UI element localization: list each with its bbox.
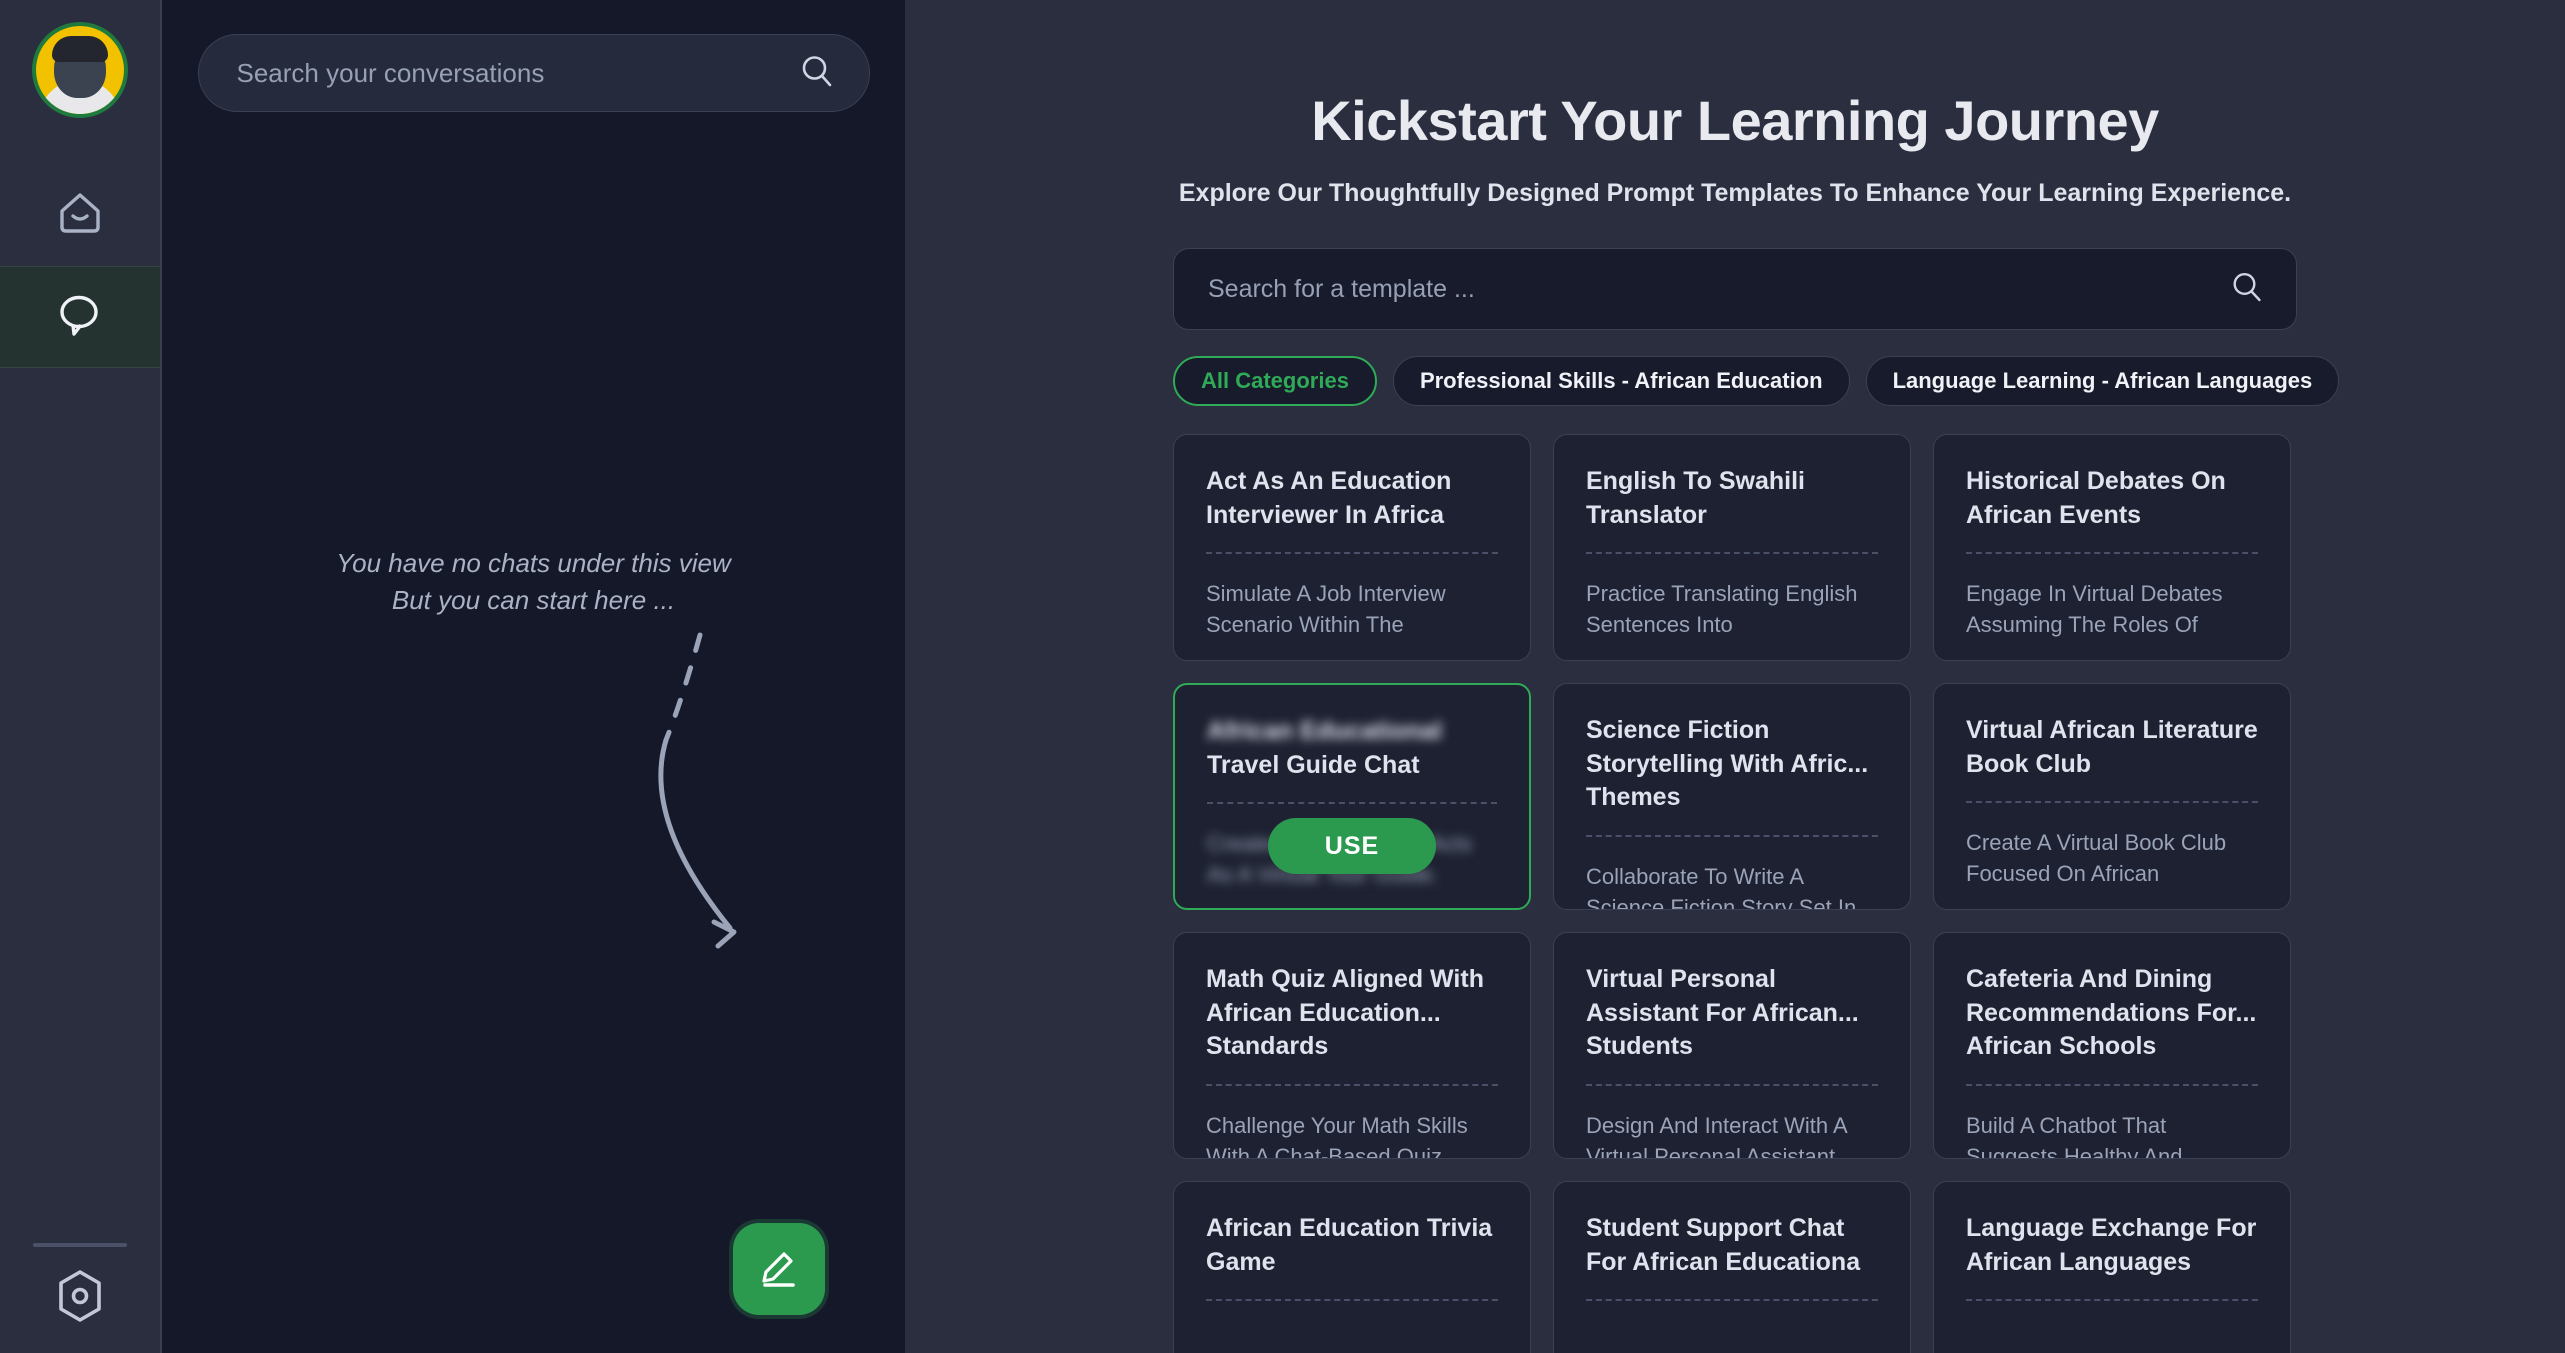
template-card-description: Create A Virtual Book Club Focused On Af… — [1966, 830, 2227, 887]
icon-rail — [0, 0, 162, 1353]
template-card-divider — [1966, 801, 2258, 803]
category-pill[interactable]: Language Learning - African Languages — [1865, 356, 2340, 406]
category-pill[interactable]: Professional Skills - African Education — [1392, 356, 1850, 406]
settings-button[interactable] — [49, 1267, 111, 1329]
template-card-divider — [1966, 552, 2258, 554]
search-conversations-placeholder: Search your conversations — [236, 57, 545, 88]
template-card-description: Design And Interact With A Virtual Perso… — [1586, 1112, 1847, 1159]
category-pill[interactable]: All Categories — [1173, 356, 1377, 406]
app-root: Search your conversations You have no ch… — [0, 0, 2565, 1353]
template-card-divider — [1586, 1083, 1878, 1086]
template-card-title: Historical Debates On African Events — [1966, 467, 2226, 529]
templates-container: Kickstart Your Learning Journey Explore … — [1173, 0, 2340, 1353]
template-card-divider — [1966, 1083, 2258, 1086]
page-subtitle: Explore Our Thoughtfully Designed Prompt… — [1178, 179, 2292, 207]
category-pill-label: Professional Skills - African Education — [1419, 368, 1823, 393]
template-card[interactable]: Student Support Chat For African Educati… — [1553, 1181, 1911, 1353]
template-card[interactable]: African Education Trivia Game — [1173, 1181, 1531, 1353]
template-card-title: Virtual Personal Assistant For African..… — [1586, 965, 1859, 1060]
template-card-description: Simulate A Job Interview Scenario Within… — [1206, 581, 1446, 638]
template-card-description: Build A Chatbot That Suggests Healthy An… — [1966, 1112, 2183, 1159]
chat-bubble-icon — [56, 292, 104, 343]
category-filter-bar: All Categories Professional Skills - Afri… — [1173, 356, 2340, 406]
template-card-divider — [1966, 1299, 2258, 1301]
template-card[interactable]: Science Fiction Storytelling With Afric.… — [1553, 683, 1911, 910]
page-title: Kickstart Your Learning Journey — [1311, 89, 2159, 152]
template-card[interactable]: English To Swahili Translator Practice Tr… — [1553, 434, 1911, 661]
template-card-title: English To Swahili Translator — [1586, 467, 1805, 529]
search-template-input[interactable]: Search for a template ... — [1173, 248, 2297, 330]
avatar-hair — [52, 36, 108, 62]
template-card-divider — [1206, 552, 1498, 554]
rail-nav — [0, 164, 160, 368]
template-card-description: Collaborate To Write A Science Fiction S… — [1586, 863, 1857, 910]
search-conversations-input[interactable]: Search your conversations — [197, 34, 870, 112]
template-card-description: Challenge Your Math Skills With A Chat-B… — [1206, 1112, 1468, 1159]
template-card-divider — [1586, 834, 1878, 837]
template-card[interactable]: African Educational Travel Guide Chat Crea… — [1173, 683, 1531, 910]
search-icon[interactable] — [2230, 270, 2264, 309]
template-card-title: Science Fiction Storytelling With Afric.… — [1586, 716, 1869, 811]
empty-state-line1: You have no chats under this view — [336, 548, 731, 578]
sidebar-item-chats[interactable] — [0, 266, 160, 368]
conversation-panel: Search your conversations You have no ch… — [162, 0, 905, 1353]
template-card-title: Language Exchange For African Languages — [1966, 1214, 2257, 1276]
search-template-placeholder: Search for a template ... — [1208, 274, 1475, 303]
empty-state-line2: But you can start here ... — [391, 584, 676, 615]
template-card-description: Engage In Virtual Debates Assuming The R… — [1966, 581, 2223, 638]
category-pill-label: Language Learning - African Languages — [1892, 368, 2313, 393]
template-card-title-line: Travel Guide Chat — [1207, 750, 1420, 779]
template-card-title: African Educational Travel Guide Chat — [1207, 715, 1497, 782]
template-card-divider — [1206, 1083, 1498, 1086]
category-pill-label: All Categories — [1201, 368, 1349, 393]
template-card-title: Act As An Education Interviewer In Afric… — [1206, 467, 1452, 529]
template-card[interactable]: Virtual Personal Assistant For African..… — [1553, 932, 1911, 1159]
templates-main: Kickstart Your Learning Journey Explore … — [905, 0, 2565, 1353]
template-card-divider — [1586, 552, 1878, 554]
template-card-title: Virtual African Literature Book Club — [1966, 716, 2258, 778]
template-card-title: Cafeteria And Dining Recommendations For… — [1966, 965, 2257, 1060]
template-card-title-line-blurred: African Educational — [1207, 717, 1442, 745]
pencil-compose-icon — [756, 1244, 802, 1295]
template-card-divider — [1586, 1299, 1878, 1301]
template-card[interactable]: Math Quiz Aligned With African Education… — [1173, 932, 1531, 1159]
search-icon[interactable] — [799, 53, 835, 94]
template-card[interactable]: Virtual African Literature Book Club Crea… — [1933, 683, 2291, 910]
template-card-title: African Education Trivia Game — [1206, 1214, 1493, 1276]
template-card-divider — [1206, 1299, 1498, 1301]
empty-state: You have no chats under this view But yo… — [162, 545, 905, 619]
template-card-title: Student Support Chat For African Educati… — [1586, 1214, 1861, 1276]
use-template-button-label: USE — [1324, 831, 1380, 860]
template-grid: Act As An Education Interviewer In Afric… — [1173, 434, 2297, 1353]
new-chat-button[interactable] — [733, 1223, 825, 1315]
use-template-button[interactable]: USE — [1268, 818, 1436, 874]
sidebar-item-home[interactable] — [0, 164, 160, 266]
template-card[interactable]: Act As An Education Interviewer In Afric… — [1173, 434, 1531, 661]
template-card-description: Practice Translating English Sentences I… — [1586, 581, 1858, 638]
home-icon — [57, 191, 103, 240]
template-card-divider — [1207, 802, 1497, 804]
template-card-title: Math Quiz Aligned With African Education… — [1206, 965, 1484, 1060]
curved-arrow-decoration — [658, 632, 737, 949]
avatar[interactable] — [32, 22, 128, 118]
template-card[interactable]: Cafeteria And Dining Recommendations For… — [1933, 932, 2291, 1159]
template-card[interactable]: Language Exchange For African Languages — [1933, 1181, 2291, 1353]
template-card[interactable]: Historical Debates On African Events Enga… — [1933, 434, 2291, 661]
gear-hexagon-icon — [54, 1268, 106, 1329]
rail-divider — [33, 1243, 127, 1247]
